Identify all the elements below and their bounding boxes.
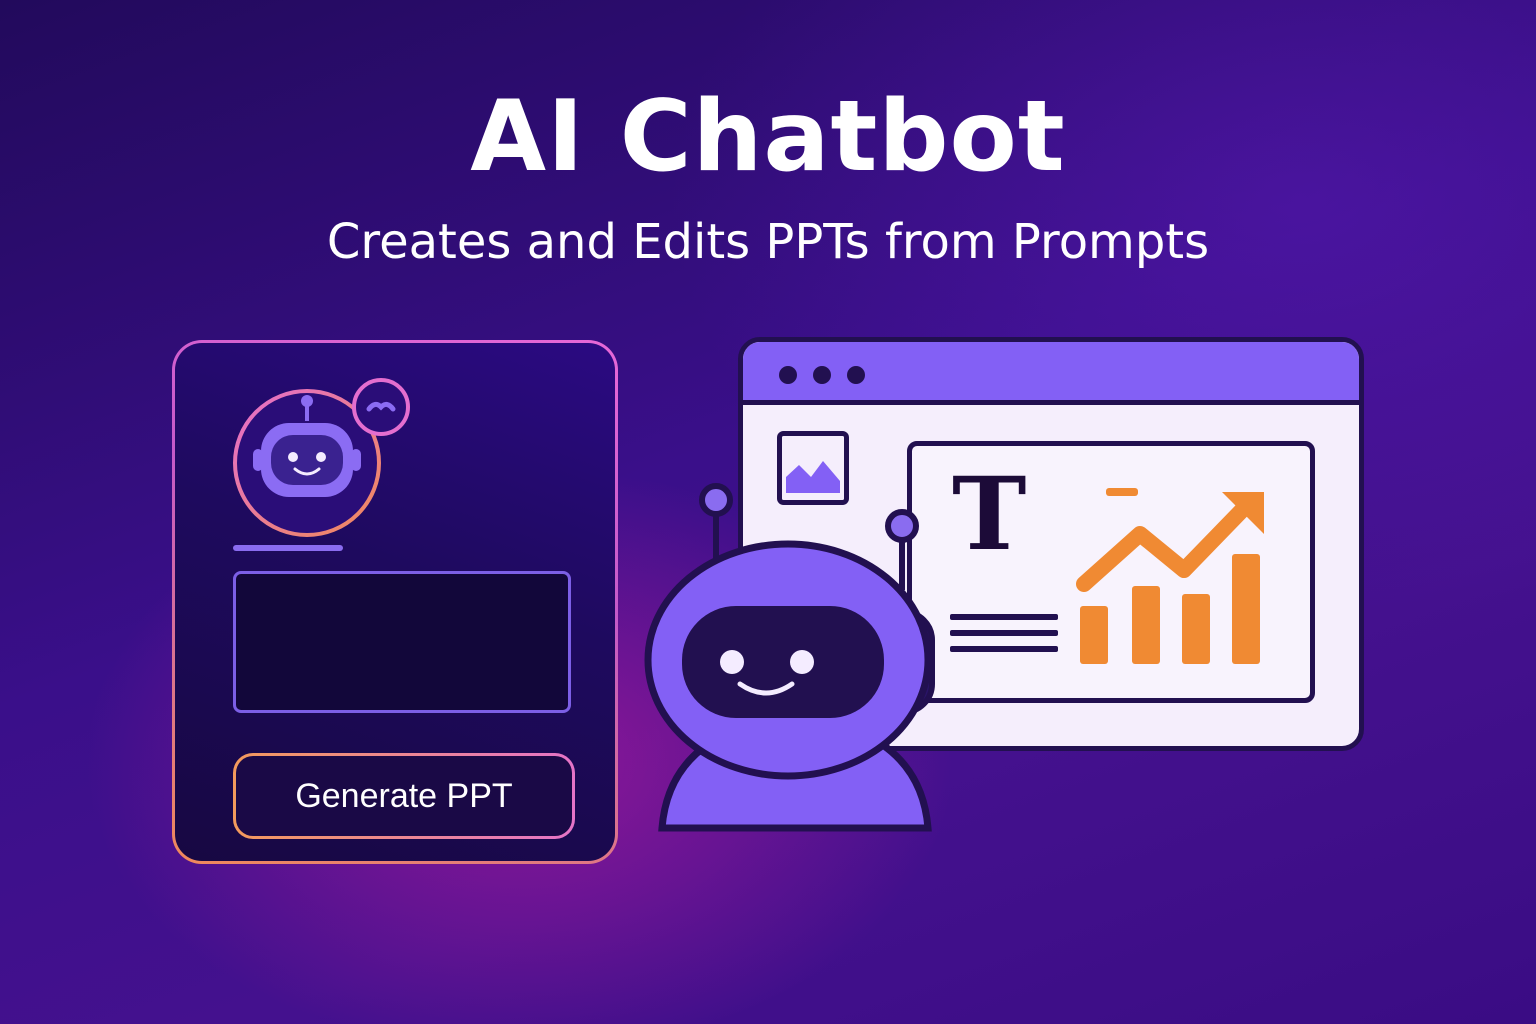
window-titlebar: [743, 342, 1359, 405]
hero-subtitle: Creates and Edits PPTs from Prompts: [326, 214, 1210, 270]
window-dot-icon[interactable]: [813, 366, 831, 384]
slide-preview[interactable]: T: [907, 441, 1315, 703]
chat-panel-body: Generate PPT: [175, 343, 615, 861]
text-lines-icon: [950, 614, 1058, 652]
chat-name-placeholder: [233, 545, 343, 551]
prompt-input[interactable]: [233, 571, 571, 713]
window-dot-icon[interactable]: [779, 366, 797, 384]
generate-ppt-label: Generate PPT: [236, 756, 572, 836]
robot-mascot-icon: [644, 483, 935, 832]
hero-title: AI Chatbot: [470, 80, 1066, 194]
generate-ppt-button[interactable]: Generate PPT: [233, 753, 575, 839]
trending-bar-chart-icon: [1076, 488, 1264, 664]
wave-icon: [352, 378, 410, 436]
chat-avatar: [231, 377, 421, 537]
chat-panel: Generate PPT: [172, 340, 618, 864]
text-tool-icon[interactable]: T: [952, 464, 1026, 564]
window-dot-icon[interactable]: [847, 366, 865, 384]
